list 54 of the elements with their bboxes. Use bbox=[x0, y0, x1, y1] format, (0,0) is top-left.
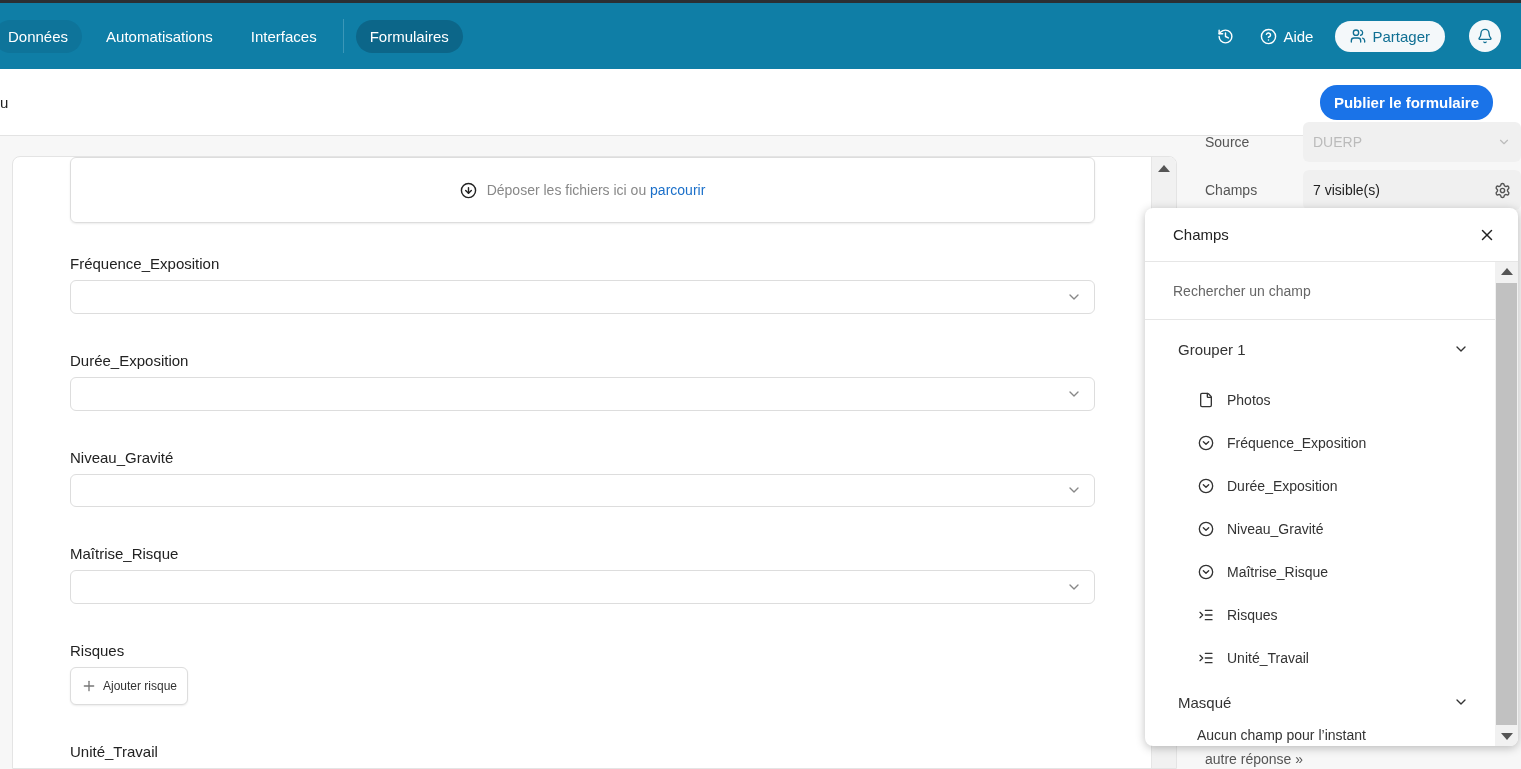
scroll-up-arrow[interactable] bbox=[1158, 165, 1170, 172]
field-item[interactable]: Niveau_Gravité bbox=[1145, 507, 1495, 550]
nav-tab[interactable]: Automatisations bbox=[92, 19, 227, 53]
empty-message: Aucun champ pour l’instant bbox=[1196, 727, 1367, 743]
setting-value[interactable]: 7 visible(s) bbox=[1303, 170, 1521, 210]
setting-label: Source bbox=[1205, 134, 1251, 150]
chevron-circle-icon bbox=[1198, 477, 1214, 494]
settings-icon[interactable] bbox=[1494, 181, 1511, 199]
chevron-circle-icon bbox=[1198, 434, 1214, 451]
help-icon bbox=[1260, 27, 1278, 45]
users-icon bbox=[1350, 28, 1367, 44]
chevron-circle-icon bbox=[1198, 520, 1214, 537]
search-field[interactable]: Rechercher un champ bbox=[1145, 262, 1495, 320]
nav-tab[interactable]: Formulaires bbox=[355, 19, 463, 53]
nav-tab[interactable]: Données bbox=[0, 19, 83, 53]
field-label: Unité_Travail bbox=[70, 742, 159, 760]
select-field[interactable] bbox=[70, 376, 1095, 411]
publish-button[interactable]: Publier le formulaire bbox=[1319, 84, 1493, 120]
field-label: Durée_Exposition bbox=[70, 351, 190, 369]
popover-title: Champs bbox=[1173, 226, 1229, 243]
scroll-down-arrow[interactable] bbox=[1500, 733, 1513, 740]
file-dropzone[interactable]: Déposer les fichiers ici ou parcourir bbox=[70, 157, 1095, 224]
chevron-circle-icon bbox=[1198, 563, 1214, 580]
browse-link[interactable]: parcourir bbox=[650, 182, 706, 199]
group-header[interactable]: Masqué bbox=[1145, 679, 1495, 725]
field-label: Fréquence_Exposition bbox=[70, 255, 221, 273]
select-field[interactable] bbox=[70, 570, 1095, 604]
scroll-up-arrow[interactable] bbox=[1500, 268, 1513, 275]
nav-tab[interactable]: Interfaces bbox=[236, 19, 331, 53]
select-field[interactable] bbox=[70, 473, 1095, 508]
field-label: Niveau_Gravité bbox=[70, 448, 175, 466]
scrollbar[interactable] bbox=[1495, 262, 1518, 746]
select-field[interactable] bbox=[70, 280, 1095, 314]
field-item[interactable]: Risques bbox=[1145, 593, 1495, 636]
footer-text: autre réponse » bbox=[1205, 751, 1305, 767]
field-item[interactable]: Unité_Travail bbox=[1145, 636, 1495, 679]
notifications-button[interactable] bbox=[1469, 20, 1501, 52]
file-icon bbox=[1198, 391, 1214, 408]
add-button[interactable]: Ajouter risque bbox=[70, 666, 189, 705]
share-button[interactable]: Partager bbox=[1335, 20, 1445, 52]
dropzone-text: Déposer les fichiers ici ou parcourir bbox=[486, 182, 706, 199]
field-item[interactable]: Durée_Exposition bbox=[1145, 464, 1495, 507]
download-icon bbox=[459, 181, 477, 199]
group-header[interactable]: Grouper 1 bbox=[1145, 320, 1495, 378]
bell-icon bbox=[1477, 28, 1493, 44]
history-icon bbox=[1217, 27, 1235, 45]
setting-label: Champs bbox=[1205, 182, 1259, 198]
field-label: Maîtrise_Risque bbox=[70, 545, 180, 563]
field-item[interactable]: Photos bbox=[1145, 378, 1495, 421]
form-title: u bbox=[0, 93, 9, 111]
help-button[interactable]: Aide bbox=[1250, 21, 1324, 51]
field-item[interactable]: Fréquence_Exposition bbox=[1145, 421, 1495, 464]
field-label: Risques bbox=[70, 641, 126, 659]
field-item[interactable]: Maîtrise_Risque bbox=[1145, 550, 1495, 593]
